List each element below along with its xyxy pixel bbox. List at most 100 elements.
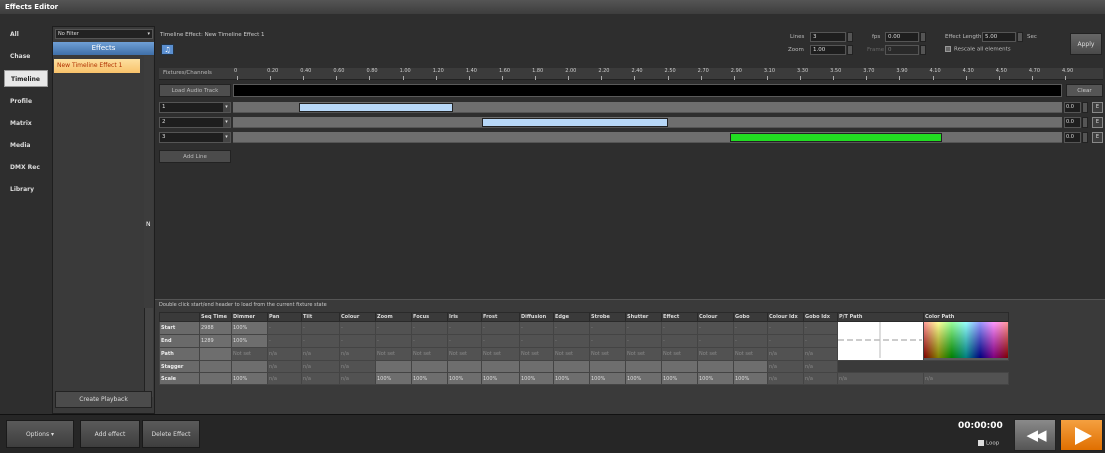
- nav-item-media[interactable]: Media: [4, 137, 48, 154]
- grid-col-header[interactable]: Dimmer: [231, 312, 268, 322]
- grid-col-header[interactable]: Tilt: [301, 312, 340, 322]
- grid-cell[interactable]: -: [267, 334, 302, 348]
- grid-cell[interactable]: n/a: [339, 347, 376, 361]
- grid-col-header[interactable]: Strobe: [589, 312, 626, 322]
- grid-cell[interactable]: -: [589, 334, 626, 348]
- grid-col-header[interactable]: Seq Time: [199, 312, 232, 322]
- grid-cell[interactable]: -: [625, 334, 662, 348]
- grid-cell[interactable]: [199, 347, 232, 361]
- grid-cell[interactable]: [733, 360, 768, 373]
- grid-cell[interactable]: n/a: [267, 360, 302, 373]
- grid-cell[interactable]: 100%: [375, 372, 412, 385]
- nav-item-dmx-rec[interactable]: DMX Rec: [4, 159, 48, 176]
- grid-cell[interactable]: 100%: [553, 372, 590, 385]
- grid-cell[interactable]: [375, 360, 412, 373]
- grid-cell[interactable]: -: [519, 321, 554, 335]
- create-playback-button[interactable]: Create Playback: [55, 391, 152, 408]
- grid-cell[interactable]: Not set: [733, 347, 768, 361]
- effect-length-spinner[interactable]: [1017, 32, 1023, 42]
- timeline-track[interactable]: [233, 117, 1062, 128]
- effect-length-input[interactable]: 5.00: [982, 32, 1016, 42]
- grid-cell[interactable]: 1289: [199, 334, 232, 348]
- grid-cell[interactable]: n/a: [803, 360, 838, 373]
- rewind-button[interactable]: ◀◀: [1014, 419, 1056, 451]
- grid-cell[interactable]: -: [553, 334, 590, 348]
- grid-cell[interactable]: -: [481, 321, 520, 335]
- grid-cell[interactable]: Not set: [375, 347, 412, 361]
- grid-col-header[interactable]: Colour Idx: [767, 312, 804, 322]
- grid-col-header[interactable]: Diffusion: [519, 312, 554, 322]
- lines-spinner[interactable]: [847, 32, 853, 42]
- frame-input[interactable]: 0: [885, 45, 919, 55]
- grid-cell[interactable]: 100%: [231, 321, 268, 335]
- load-audio-track-button[interactable]: Load Audio Track: [159, 84, 231, 97]
- grid-cell[interactable]: Not set: [447, 347, 482, 361]
- fps-spinner[interactable]: [920, 32, 926, 42]
- timeline-track[interactable]: [233, 132, 1062, 143]
- grid-cell[interactable]: -: [733, 321, 768, 335]
- zoom-input[interactable]: 1.00: [810, 45, 846, 55]
- nav-item-all[interactable]: All: [4, 26, 48, 43]
- grid-col-header[interactable]: Pan: [267, 312, 302, 322]
- grid-col-header[interactable]: Color Path: [923, 312, 1009, 322]
- grid-cell[interactable]: -: [553, 321, 590, 335]
- grid-cell[interactable]: n/a: [267, 372, 302, 385]
- grid-col-header[interactable]: Gobo: [733, 312, 768, 322]
- frame-spinner[interactable]: [920, 45, 926, 55]
- grid-cell[interactable]: 100%: [231, 372, 268, 385]
- row-value-spinner[interactable]: [1082, 102, 1088, 113]
- grid-cell[interactable]: 100%: [697, 372, 734, 385]
- delete-effect-button[interactable]: Delete Effect: [142, 420, 200, 448]
- grid-cell[interactable]: n/a: [923, 372, 1009, 385]
- grid-cell[interactable]: [199, 372, 232, 385]
- grid-cell[interactable]: [697, 360, 734, 373]
- pt-path-preview[interactable]: [837, 321, 924, 361]
- grid-col-header[interactable]: Effect: [661, 312, 698, 322]
- grid-cell[interactable]: n/a: [267, 347, 302, 361]
- timeline-track[interactable]: [233, 102, 1062, 113]
- grid-cell[interactable]: n/a: [301, 347, 340, 361]
- grid-cell[interactable]: -: [375, 321, 412, 335]
- grid-cell[interactable]: Not set: [519, 347, 554, 361]
- fixture-select[interactable]: 2 ▾: [159, 117, 231, 128]
- grid-col-header[interactable]: Iris: [447, 312, 482, 322]
- grid-cell[interactable]: n/a: [767, 360, 804, 373]
- grid-col-header[interactable]: Focus: [411, 312, 448, 322]
- grid-cell[interactable]: -: [447, 321, 482, 335]
- grid-row-header[interactable]: Scale: [159, 372, 200, 385]
- grid-cell[interactable]: -: [339, 334, 376, 348]
- row-value-input[interactable]: 0.0: [1064, 102, 1081, 113]
- lines-input[interactable]: 3: [810, 32, 846, 42]
- nav-item-timeline[interactable]: Timeline: [4, 70, 48, 87]
- grid-cell[interactable]: -: [767, 321, 804, 335]
- grid-cell[interactable]: 100%: [231, 334, 268, 348]
- grid-row-header[interactable]: Stagger: [159, 360, 200, 373]
- apply-button[interactable]: Apply: [1070, 33, 1102, 55]
- nav-item-matrix[interactable]: Matrix: [4, 115, 48, 132]
- fps-input[interactable]: 0.00: [885, 32, 919, 42]
- grid-cell[interactable]: [231, 360, 268, 373]
- clear-button[interactable]: Clear: [1066, 84, 1103, 97]
- grid-cell[interactable]: [589, 360, 626, 373]
- effect-list-item[interactable]: New Timeline Effect 1: [54, 59, 140, 73]
- grid-cell[interactable]: -: [803, 321, 838, 335]
- grid-cell[interactable]: [625, 360, 662, 373]
- grid-cell[interactable]: n/a: [767, 372, 804, 385]
- grid-cell[interactable]: -: [697, 321, 734, 335]
- grid-cell[interactable]: -: [447, 334, 482, 348]
- grid-cell[interactable]: -: [411, 321, 448, 335]
- grid-cell[interactable]: Not set: [661, 347, 698, 361]
- options-button[interactable]: Options ▾: [6, 420, 74, 448]
- grid-cell[interactable]: -: [803, 334, 838, 348]
- grid-cell[interactable]: 100%: [661, 372, 698, 385]
- grid-cell[interactable]: 100%: [447, 372, 482, 385]
- row-edit-button[interactable]: E: [1092, 102, 1103, 113]
- row-edit-button[interactable]: E: [1092, 117, 1103, 128]
- grid-cell[interactable]: -: [661, 334, 698, 348]
- grid-cell[interactable]: 100%: [411, 372, 448, 385]
- grid-cell[interactable]: n/a: [301, 372, 340, 385]
- add-line-button[interactable]: Add Line: [159, 150, 231, 163]
- grid-col-header[interactable]: Frost: [481, 312, 520, 322]
- grid-cell[interactable]: n/a: [803, 372, 838, 385]
- row-value-input[interactable]: 0.0: [1064, 132, 1081, 143]
